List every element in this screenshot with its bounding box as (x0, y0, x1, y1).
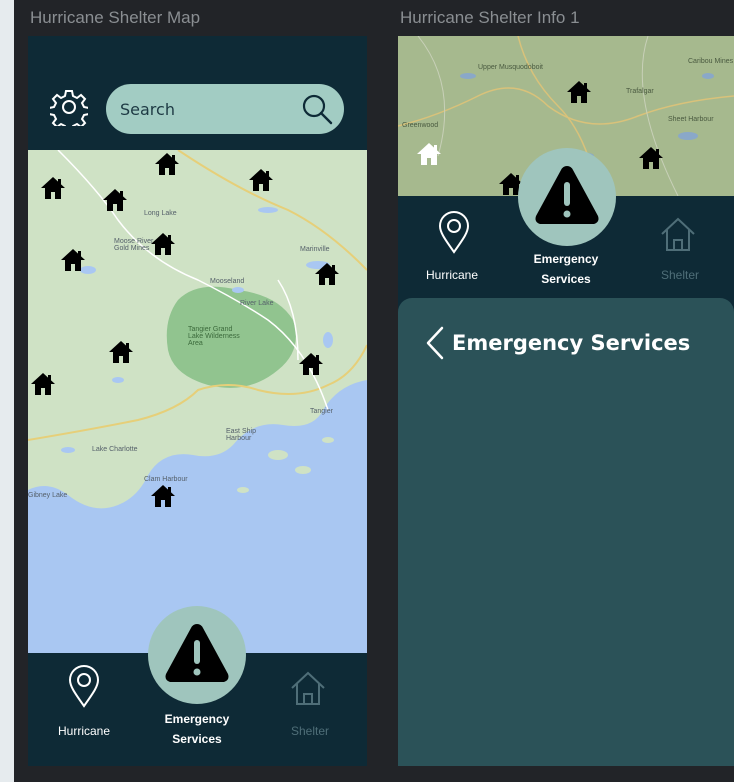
search-input[interactable] (120, 84, 290, 134)
search-bar[interactable] (106, 84, 344, 134)
house-icon[interactable] (150, 232, 176, 256)
house-icon[interactable] (150, 484, 176, 508)
emergency-services-button[interactable] (518, 148, 616, 246)
emergency-services-panel: Emergency Services (398, 298, 734, 766)
nav-label-emergency-1[interactable]: Emergency (147, 712, 247, 726)
house-icon[interactable] (108, 340, 134, 364)
chevron-left-icon[interactable] (424, 326, 446, 360)
map-label: Tangier Grand Lake Wilderness Area (188, 326, 240, 347)
shelter-map[interactable]: Long Lake Moose River Gold Mines Moosela… (28, 150, 367, 653)
nav-label-shelter[interactable]: Shelter (642, 268, 718, 282)
location-pin-icon[interactable] (66, 664, 102, 708)
house-icon[interactable] (314, 262, 340, 286)
map-label: Upper Musquodoboit (478, 64, 543, 71)
shelter-map-screen: Long Lake Moose River Gold Mines Moosela… (28, 36, 367, 766)
map-label: Clam Harbour (144, 476, 188, 483)
frame-title-map: Hurricane Shelter Map (30, 8, 201, 27)
home-outline-icon[interactable] (658, 214, 698, 254)
back-button[interactable]: Emergency Services (424, 326, 690, 360)
house-icon[interactable] (154, 152, 180, 176)
map-label: Long Lake (144, 210, 177, 217)
emergency-services-button[interactable] (148, 606, 246, 704)
emergency-services-screen: Upper Musquodoboit Greenwood Trafalgar C… (398, 36, 734, 766)
nav-label-emergency-1[interactable]: Emergency (516, 252, 616, 266)
map-label: Tangier (310, 408, 333, 415)
house-icon[interactable] (102, 188, 128, 212)
map-label: Greenwood (402, 122, 439, 129)
map-label: Sheet Harbour (668, 116, 714, 123)
house-icon[interactable] (40, 176, 66, 200)
map-label: East Ship Harbour (226, 428, 256, 442)
house-icon[interactable] (416, 142, 442, 166)
nav-label-emergency-2[interactable]: Services (147, 732, 247, 746)
map-label: Trafalgar (626, 88, 654, 95)
map-label: River Lake (240, 300, 274, 307)
gear-icon[interactable] (48, 88, 90, 132)
house-icon[interactable] (638, 146, 664, 170)
house-icon[interactable] (60, 248, 86, 272)
frame-title-info: Hurricane Shelter Info 1 (400, 8, 580, 27)
nav-label-hurricane[interactable]: Hurricane (414, 268, 490, 282)
warning-triangle-icon (535, 166, 599, 224)
map-label: Caribou Mines (688, 58, 734, 65)
map-label: Mooseland (210, 278, 245, 285)
house-icon[interactable] (298, 352, 324, 376)
map-label: Gibney Lake (28, 492, 68, 499)
house-icon[interactable] (30, 372, 56, 396)
map-label: Marinville (300, 246, 330, 253)
house-icon[interactable] (248, 168, 274, 192)
home-outline-icon[interactable] (288, 668, 328, 708)
warning-triangle-icon (165, 624, 229, 682)
house-icon[interactable] (566, 80, 592, 104)
nav-label-emergency-2[interactable]: Services (516, 272, 616, 286)
location-pin-icon[interactable] (436, 210, 472, 254)
page-title: Emergency Services (452, 331, 691, 355)
map-label: Lake Charlotte (92, 446, 138, 453)
search-icon[interactable] (300, 92, 334, 126)
nav-label-hurricane[interactable]: Hurricane (46, 724, 122, 738)
nav-label-shelter[interactable]: Shelter (272, 724, 348, 738)
